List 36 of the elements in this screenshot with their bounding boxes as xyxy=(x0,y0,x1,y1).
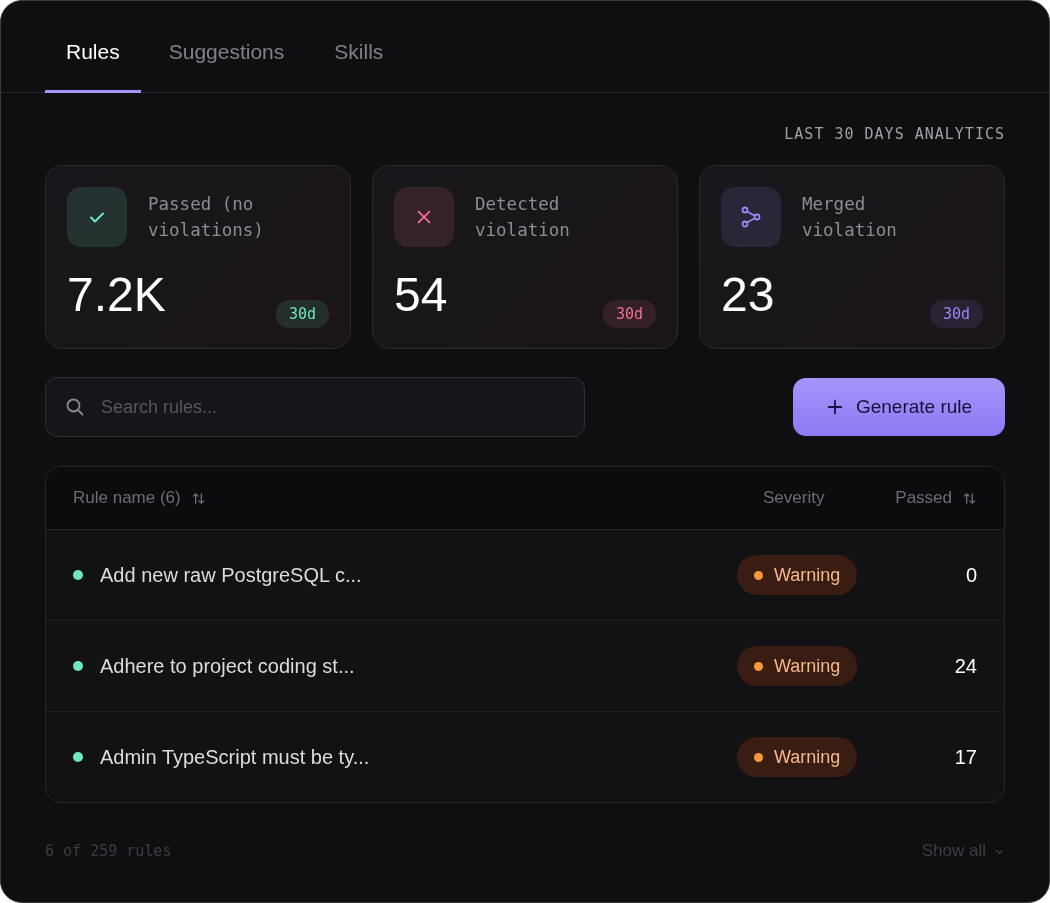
column-header[interactable]: Rule name (6) xyxy=(73,488,181,508)
severity-badge: Warning xyxy=(737,737,858,777)
passed-count: 24 xyxy=(954,654,977,677)
passed-count: 0 xyxy=(965,563,977,586)
tab[interactable]: Suggestions xyxy=(146,40,307,93)
column-header: Severity xyxy=(763,488,825,508)
tab[interactable]: Skills xyxy=(312,40,406,93)
severity-badge: Warning xyxy=(737,646,858,686)
stat-label: Passed (no violations) xyxy=(148,193,265,242)
plus-icon xyxy=(825,398,844,416)
stat-value: 7.2K xyxy=(67,270,166,320)
search-icon xyxy=(65,397,85,417)
generate-rule-button[interactable]: Generate rule xyxy=(793,378,1005,436)
branch-icon xyxy=(739,205,763,229)
status-dot xyxy=(73,570,83,580)
stat-label: Merged violation xyxy=(802,193,898,242)
column-header[interactable]: Passed xyxy=(895,488,952,508)
tab[interactable]: Rules xyxy=(45,40,141,93)
period-badge: 30d xyxy=(929,300,983,328)
severity-badge: Warning xyxy=(737,555,858,595)
rule-name[interactable]: Admin TypeScript must be ty... xyxy=(100,745,370,769)
status-dot xyxy=(73,752,83,762)
stat-value: 23 xyxy=(721,270,775,320)
period-badge: 30d xyxy=(275,300,329,328)
stat-value: 54 xyxy=(394,270,448,320)
sort-icon[interactable] xyxy=(190,490,206,506)
stat-label: Detected violation xyxy=(475,193,571,242)
rule-name[interactable]: Adhere to project coding st... xyxy=(100,654,355,678)
sort-icon[interactable] xyxy=(962,490,977,506)
search-field[interactable]: Search rules... xyxy=(45,377,585,437)
analytics-label: LAST 30 DAYS ANALYTICS xyxy=(784,125,1005,145)
period-badge: 30d xyxy=(602,300,656,328)
status-dot xyxy=(73,661,83,671)
close-icon xyxy=(415,208,433,226)
rule-name[interactable]: Add new raw PostgreSQL c... xyxy=(100,563,362,587)
passed-count: 17 xyxy=(954,745,977,768)
